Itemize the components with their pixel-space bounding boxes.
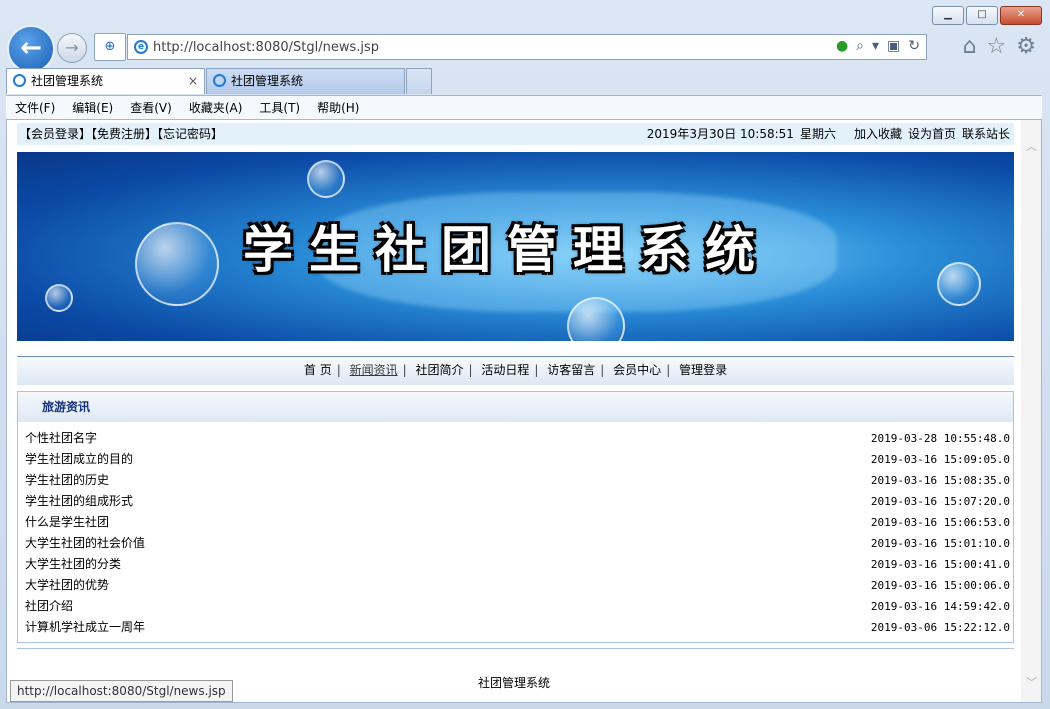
nav-home[interactable]: 首 页 (304, 363, 332, 377)
scroll-down-icon[interactable]: ﹀ (1026, 674, 1037, 690)
list-item[interactable]: 个性社团名字 2019-03-28 10:55:48.0 (25, 428, 1010, 449)
list-item[interactable]: 学生社团成立的目的 2019-03-16 15:09:05.0 (25, 449, 1010, 470)
set-homepage-link[interactable]: 设为首页 (908, 123, 956, 145)
contact-link[interactable]: 联系站长 (962, 123, 1010, 145)
nav-guestbook[interactable]: 访客留言 (547, 363, 595, 377)
list-item[interactable]: 学生社团的历史 2019-03-16 15:08:35.0 (25, 470, 1010, 491)
back-button[interactable]: ← (7, 25, 55, 73)
nav-members[interactable]: 会员中心 (613, 363, 661, 377)
refresh-icon[interactable]: ↻ (908, 38, 920, 54)
news-title[interactable]: 大学社团的优势 (25, 575, 109, 596)
news-title[interactable]: 计算机学社成立一周年 (25, 617, 145, 638)
tab-label: 社团管理系统 (231, 74, 304, 88)
news-title[interactable]: 大学生社团的社会价值 (25, 533, 145, 554)
news-title[interactable]: 学生社团的历史 (25, 470, 109, 491)
news-date: 2019-03-16 14:59:42.0 (870, 600, 1010, 613)
news-title[interactable]: 什么是学生社团 (25, 512, 109, 533)
bubble-graphic (307, 160, 345, 198)
tab-1[interactable]: 社团管理系统 × (6, 68, 205, 94)
nav-events[interactable]: 活动日程 (481, 363, 529, 377)
news-date: 2019-03-16 15:08:35.0 (870, 474, 1010, 487)
account-links[interactable]: 【会员登录】【免费注册】【忘记密码】 (19, 123, 223, 145)
dropdown-icon[interactable]: ▾ (872, 38, 879, 54)
news-title[interactable]: 大学生社团的分类 (25, 554, 121, 575)
bubble-graphic (135, 222, 219, 306)
maximize-button[interactable]: □ (966, 6, 998, 25)
menu-view[interactable]: 查看(V) (130, 96, 172, 119)
minimize-button[interactable]: ▁ (932, 6, 964, 25)
addon-icon[interactable]: ● (836, 38, 848, 54)
list-item[interactable]: 学生社团的组成形式 2019-03-16 15:07:20.0 (25, 491, 1010, 512)
scroll-up-icon[interactable]: ︿ (1026, 138, 1037, 154)
news-date: 2019-03-16 15:00:41.0 (870, 558, 1010, 571)
new-tab-button[interactable] (406, 68, 432, 94)
news-title[interactable]: 社团介绍 (25, 596, 73, 617)
list-item[interactable]: 大学社团的优势 2019-03-16 15:00:06.0 (25, 575, 1010, 596)
forward-button[interactable]: → (57, 33, 87, 63)
news-title[interactable]: 个性社团名字 (25, 428, 97, 449)
news-panel: 旅游资讯 个性社团名字 2019-03-28 10:55:48.0 学生社团成立的… (17, 391, 1014, 643)
browser-window: ▁ □ ✕ ← → ⊕ e http://localhost:8080/Stgl… (0, 0, 1050, 709)
tab-label: 社团管理系统 (31, 74, 104, 88)
datetime: 2019年3月30日 10:58:51 (646, 127, 794, 141)
address-url[interactable]: http://localhost:8080/Stgl/news.jsp (153, 40, 379, 55)
banner: 学生社团管理系统 (17, 152, 1014, 341)
settings-gear-icon[interactable]: ⚙ (1016, 34, 1036, 59)
list-item[interactable]: 计算机学社成立一周年 2019-03-06 15:22:12.0 (25, 617, 1010, 638)
address-bar[interactable]: e http://localhost:8080/Stgl/news.jsp ● … (127, 34, 927, 60)
page-viewport: 【会员登录】【免费注册】【忘记密码】 2019年3月30日 10:58:51 星… (6, 119, 1042, 703)
news-title[interactable]: 学生社团成立的目的 (25, 449, 133, 470)
nav-news[interactable]: 新闻资讯 (350, 363, 398, 377)
menu-favorites[interactable]: 收藏夹(A) (189, 96, 243, 119)
close-window-button[interactable]: ✕ (1000, 6, 1042, 25)
news-date: 2019-03-06 15:22:12.0 (870, 621, 1010, 634)
main-nav: 首 页 | 新闻资讯 | 社团简介 | 活动日程 | 访客留言 | 会员中心 | 管理登录 (17, 356, 1014, 385)
home-icon[interactable]: ⌂ (963, 34, 977, 59)
news-date: 2019-03-28 10:55:48.0 (870, 432, 1010, 445)
nav-admin[interactable]: 管理登录 (679, 363, 727, 377)
menu-help[interactable]: 帮助(H) (317, 96, 359, 119)
tab-2[interactable]: 社团管理系统 (206, 68, 405, 94)
window-controls: ▁ □ ✕ (932, 6, 1042, 25)
ie-tab-icon (13, 74, 26, 87)
image-icon[interactable]: ▣ (887, 38, 900, 54)
news-heading: 旅游资讯 (18, 392, 1013, 422)
menu-tools[interactable]: 工具(T) (259, 96, 300, 119)
weekday: 星期六 (799, 127, 836, 141)
ie-icon: e (134, 40, 148, 54)
list-item[interactable]: 大学生社团的社会价值 2019-03-16 15:01:10.0 (25, 533, 1010, 554)
list-item[interactable]: 什么是学生社团 2019-03-16 15:06:53.0 (25, 512, 1010, 533)
bubble-graphic (45, 284, 73, 312)
menu-file[interactable]: 文件(F) (15, 96, 55, 119)
search-icon[interactable]: ⌕ (856, 38, 864, 54)
list-item[interactable]: 社团介绍 2019-03-16 14:59:42.0 (25, 596, 1010, 617)
favorites-icon[interactable]: ☆ (987, 34, 1007, 59)
news-title[interactable]: 学生社团的组成形式 (25, 491, 133, 512)
news-date: 2019-03-16 15:09:05.0 (870, 453, 1010, 466)
top-strip: 【会员登录】【免费注册】【忘记密码】 2019年3月30日 10:58:51 星… (17, 123, 1014, 145)
close-tab-icon[interactable]: × (188, 69, 198, 93)
news-date: 2019-03-16 15:07:20.0 (870, 495, 1010, 508)
nav-about[interactable]: 社团简介 (416, 363, 464, 377)
compatibility-icon[interactable]: ⊕ (94, 33, 126, 61)
status-bar-url: http://localhost:8080/Stgl/news.jsp (10, 680, 233, 702)
menu-edit[interactable]: 编辑(E) (72, 96, 113, 119)
menu-bar: 文件(F) 编辑(E) 查看(V) 收藏夹(A) 工具(T) 帮助(H) (6, 95, 1042, 119)
news-date: 2019-03-16 15:00:06.0 (870, 579, 1010, 592)
news-date: 2019-03-16 15:01:10.0 (870, 537, 1010, 550)
ie-tab-icon (213, 74, 226, 87)
list-item[interactable]: 大学生社团的分类 2019-03-16 15:00:41.0 (25, 554, 1010, 575)
add-favorite-link[interactable]: 加入收藏 (854, 123, 902, 145)
news-date: 2019-03-16 15:06:53.0 (870, 516, 1010, 529)
bubble-graphic (937, 262, 981, 306)
divider (17, 648, 1014, 649)
vertical-scrollbar[interactable]: ︿ ﹀ (1021, 120, 1041, 702)
banner-title: 学生社团管理系统 (243, 221, 771, 279)
